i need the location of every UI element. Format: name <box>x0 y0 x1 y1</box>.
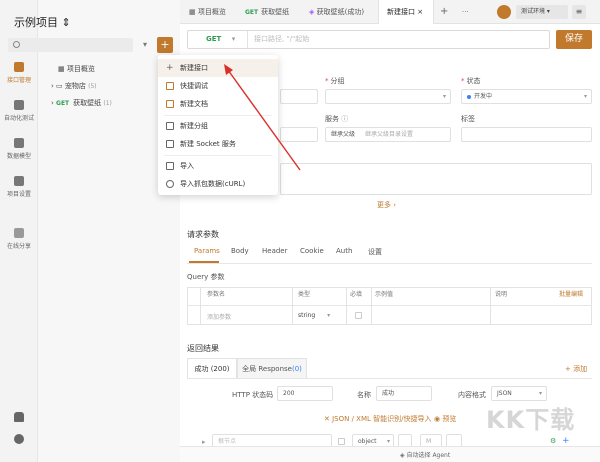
arrow-shaft <box>227 69 301 171</box>
annotation-arrow <box>224 64 301 171</box>
arrow-head <box>224 64 233 75</box>
